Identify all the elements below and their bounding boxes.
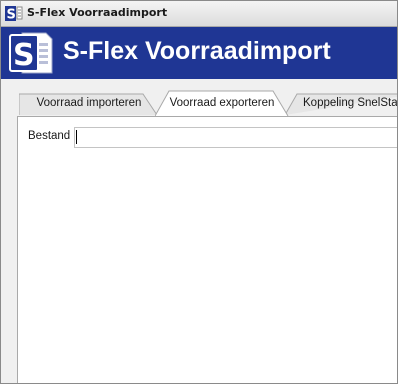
file-input[interactable]	[74, 127, 397, 148]
svg-text:S: S	[7, 8, 16, 22]
tab-strip: Voorraad importeren Koppeling SnelStart …	[1, 79, 398, 116]
tab-page-export: Bestand	[17, 116, 397, 383]
header-banner: S S-Flex Voorraadimport	[1, 27, 397, 79]
app-window: S S-Flex Voorraadimport S S-Flex Voorraa…	[0, 0, 398, 384]
tab-voorraad-exporteren[interactable]: Voorraad exporteren	[155, 90, 289, 116]
svg-text:S: S	[13, 38, 35, 73]
tab-koppeling-snelstart[interactable]: Koppeling SnelStart	[285, 93, 398, 115]
banner-title: S-Flex Voorraadimport	[63, 37, 331, 65]
tab-label: Koppeling SnelStart	[303, 97, 398, 109]
file-label: Bestand	[28, 130, 71, 142]
s-document-logo-icon: S	[9, 32, 53, 74]
title-bar[interactable]: S S-Flex Voorraadimport	[1, 1, 397, 27]
tab-label: Voorraad exporteren	[169, 97, 275, 109]
tab-voorraad-importeren[interactable]: Voorraad importeren	[19, 93, 159, 115]
window-title: S-Flex Voorraadimport	[27, 6, 168, 19]
tab-label: Voorraad importeren	[36, 97, 142, 109]
s-app-icon: S	[5, 6, 23, 21]
text-caret	[76, 130, 77, 144]
